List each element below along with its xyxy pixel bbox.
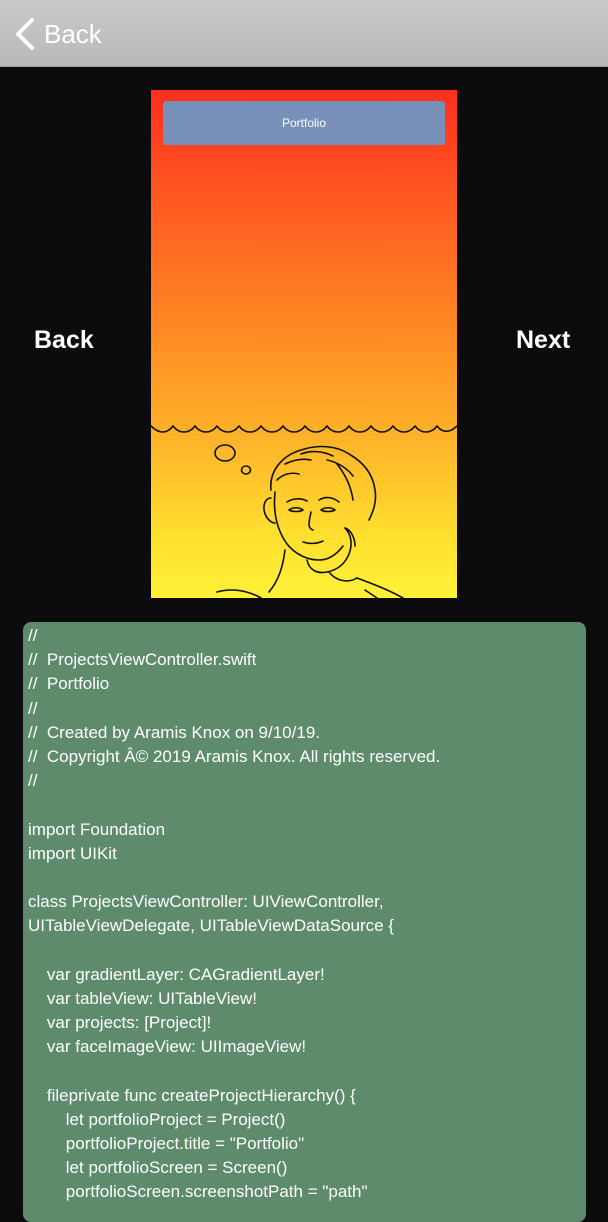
code-line: var projects: [Project]! [28, 1013, 212, 1032]
previous-screenshot-button[interactable]: Back [34, 326, 94, 355]
code-line: fileprivate func createProjectHierarchy(… [28, 1085, 356, 1105]
next-screenshot-button[interactable]: Next [516, 326, 570, 355]
chevron-left-icon [16, 18, 34, 50]
code-line: portfolioScreen.screenshotPath = "path" [28, 1182, 368, 1202]
code-line: // Created by Aramis Knox on 9/10/19. [28, 722, 320, 742]
code-line: var faceImageView: UIImageView! [28, 1037, 307, 1057]
code-line: portfolioProject.title = "Portfolio" [28, 1133, 305, 1153]
code-line: // Copyright Â© 2019 Aramis Knox. All ri… [28, 746, 441, 766]
code-line: // [28, 626, 38, 645]
code-line: var tableView: UITableView! [28, 988, 257, 1008]
code-line: class ProjectsViewController: UIViewCont… [28, 892, 384, 912]
nav-back-button[interactable]: Back [14, 14, 102, 54]
code-line: import Foundation [28, 819, 166, 839]
code-line: var gradientLayer: CAGradientLayer! [28, 964, 325, 984]
nav-back-label: Back [44, 18, 102, 49]
code-line: let portfolioScreen = Screen() [28, 1158, 288, 1178]
screenshot-preview: Portfolio [151, 90, 457, 598]
code-line: // Portfolio [28, 674, 110, 694]
thinking-face-illustration [151, 425, 457, 598]
navigation-bar: Back [0, 0, 608, 67]
code-line: // [28, 698, 38, 718]
source-code-panel: // // ProjectsViewController.swift // Port… [23, 622, 586, 1222]
code-line: let portfolioProject = Project() [28, 1109, 286, 1129]
preview-header-bar: Portfolio [163, 101, 445, 145]
code-line: UITableViewDelegate, UITableViewDataSour… [28, 916, 395, 936]
code-line: // ProjectsViewController.swift [28, 650, 257, 670]
code-line: import UIKit [28, 843, 117, 863]
code-line: // [28, 771, 38, 791]
